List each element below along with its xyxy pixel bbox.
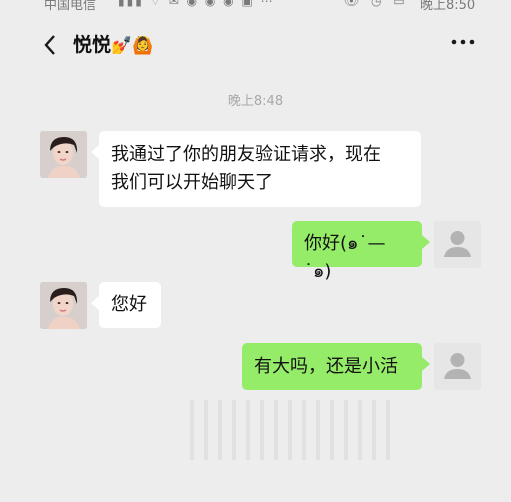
- chat-title: 悦悦💅🙆: [73, 30, 153, 57]
- chat-title-text: 悦悦: [73, 34, 112, 56]
- signal-icons: ▮▮▮ ⌔ ✉ ◉ ◉ ◉ ▣ ⋯: [118, 0, 275, 8]
- message-text: 我们可以开始聊天了: [111, 172, 273, 193]
- more-icon[interactable]: [448, 30, 478, 54]
- chat-title-emoji: 💅🙆: [111, 36, 154, 56]
- contact-avatar[interactable]: [40, 282, 87, 329]
- message-text: 我通过了你的朋友验证请求，现在: [111, 144, 381, 165]
- message-timestamp: 晚上8:48: [227, 94, 284, 109]
- message-text: 您好: [111, 294, 147, 315]
- message-bubble-outgoing[interactable]: 你好(๑˙—˙๑): [292, 221, 430, 282]
- nav-bar: 悦悦💅🙆: [0, 18, 511, 72]
- contact-avatar[interactable]: [40, 131, 87, 178]
- carrier-label: 中国电信: [44, 0, 97, 13]
- self-avatar[interactable]: [434, 343, 481, 390]
- message-text: 你好(๑˙—˙๑): [304, 233, 386, 282]
- message-bubble-outgoing[interactable]: 有大吗，还是小活: [242, 343, 430, 390]
- message-text: 有大吗，还是小活: [254, 356, 398, 377]
- clock: 晚上8:50: [420, 0, 476, 13]
- message-bubble-incoming[interactable]: 您好: [91, 282, 161, 328]
- system-icons: 👁 ◷ ▭: [344, 0, 409, 8]
- faint-watermark: [190, 400, 390, 460]
- status-bar: 中国电信 ▮▮▮ ⌔ ✉ ◉ ◉ ◉ ▣ ⋯ 👁 ◷ ▭ 晚上8:50: [0, 0, 511, 14]
- self-avatar[interactable]: [434, 221, 481, 268]
- message-bubble-incoming[interactable]: 我通过了你的朋友验证请求，现在 我们可以开始聊天了: [91, 131, 421, 207]
- back-icon[interactable]: [40, 32, 62, 58]
